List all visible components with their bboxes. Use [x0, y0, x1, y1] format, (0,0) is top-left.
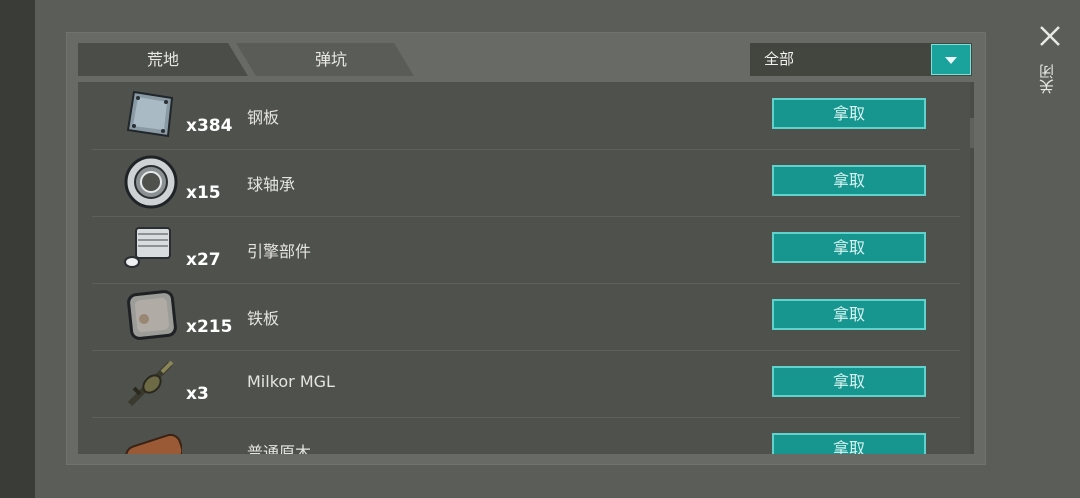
item-quantity: x3 — [186, 384, 209, 404]
ball-bearing-icon — [124, 155, 178, 209]
item-name: 铁板 — [247, 309, 280, 328]
take-button[interactable]: 拿取 — [772, 433, 926, 454]
chevron-down-icon — [945, 57, 957, 64]
filter-value: 全部 — [764, 50, 795, 68]
engine-part-icon — [124, 227, 171, 268]
item-quantity: x215 — [186, 317, 233, 337]
item-name: 引擎部件 — [247, 242, 312, 261]
loot-panel: 弹坑 荒地 全部 x384 钢板 拿取 x15 球轴承 拿取 x27 引擎部件 … — [66, 32, 986, 465]
scroll-thumb[interactable] — [970, 118, 974, 148]
grenade-launcher-icon — [127, 360, 174, 407]
left-edge-bar — [0, 0, 35, 498]
take-button[interactable]: 拿取 — [772, 165, 926, 196]
item-list[interactable]: x384 钢板 拿取 x15 球轴承 拿取 x27 引擎部件 拿取 x215 铁… — [78, 82, 974, 454]
list-item: x3 Milkor MGL 拿取 — [92, 350, 960, 418]
take-button[interactable]: 拿取 — [772, 98, 926, 129]
iron-plate-icon — [127, 290, 177, 340]
list-item: 普通原木 拿取 — [92, 417, 960, 454]
tab-crater[interactable]: 弹坑 — [236, 43, 414, 76]
item-name: 钢板 — [247, 108, 280, 127]
close-label[interactable]: 关闭 — [1038, 64, 1058, 94]
list-scrollbar[interactable] — [970, 82, 974, 454]
list-item: x15 球轴承 拿取 — [92, 149, 960, 217]
take-button[interactable]: 拿取 — [772, 232, 926, 263]
item-name: 球轴承 — [247, 175, 296, 194]
take-button[interactable]: 拿取 — [772, 299, 926, 330]
item-name: 普通原木 — [247, 443, 312, 454]
panel-header: 弹坑 荒地 全部 — [78, 43, 974, 76]
item-quantity: x15 — [186, 183, 221, 203]
list-item: x384 钢板 拿取 — [92, 82, 960, 150]
log-icon — [125, 433, 182, 454]
tab-crater-label: 弹坑 — [314, 50, 347, 69]
take-button[interactable]: 拿取 — [772, 366, 926, 397]
item-quantity: x384 — [186, 116, 233, 136]
list-item: x27 引擎部件 拿取 — [92, 216, 960, 284]
steel-plate-icon — [126, 90, 174, 138]
item-quantity: x27 — [186, 250, 221, 270]
list-item: x215 铁板 拿取 — [92, 283, 960, 351]
tab-wasteland-label: 荒地 — [146, 50, 179, 69]
filter-dropdown[interactable]: 全部 — [750, 43, 972, 76]
tab-wasteland[interactable]: 荒地 — [78, 43, 248, 76]
close-icon[interactable] — [1038, 24, 1062, 48]
item-name: Milkor MGL — [247, 372, 335, 391]
dropdown-toggle-button[interactable] — [931, 44, 971, 75]
